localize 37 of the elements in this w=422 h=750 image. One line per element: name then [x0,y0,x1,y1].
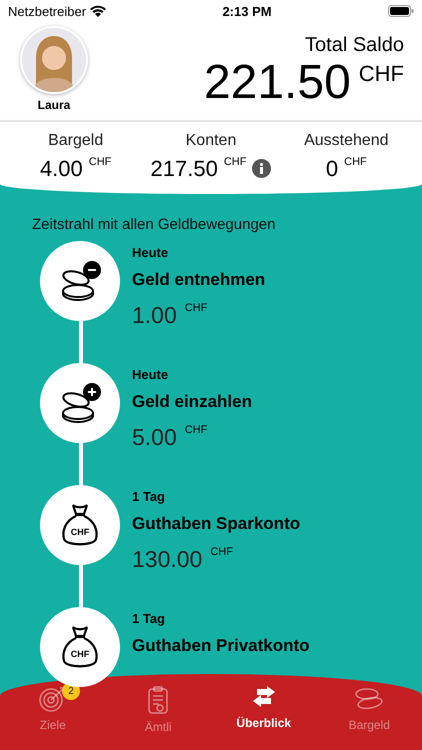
timeline-title: Zeitstrahl mit allen Geldbewegungen [31,215,276,235]
summary-amount: 217.50 [150,156,218,182]
currency-label: CHF [88,156,112,168]
summary-label: Ausstehend [304,132,389,150]
entry-date: Heute [132,245,170,260]
summary-amount: 4.00 [40,156,83,182]
wifi-icon [90,5,106,17]
entry-amount: 1.00 [132,302,177,329]
carrier-name: Netzbetreiber [8,4,86,18]
clipboard-icon [148,686,168,714]
battery-icon [388,5,414,17]
transfer-arrows-icon [250,686,277,710]
tab-item[interactable]: Überblick [211,686,316,750]
profile-name: Laura [38,98,70,112]
currency-label: CHF [210,546,233,558]
total-amount: 221.50 [204,57,351,109]
entry-title[interactable]: Geld entnehmen [132,270,266,290]
entry-amount: 130.00 [132,546,202,573]
entry-date: 1 Tag [132,489,166,504]
entry-title[interactable]: Geld einzahlen [132,392,252,412]
status-time: 2:13 PM [222,4,272,18]
summary-label: Bargeld [48,132,104,150]
currency-label: CHF [224,156,246,168]
currency-label: CHF [184,424,208,436]
currency-label: CHF [358,61,404,87]
coins-icon [354,686,384,712]
entry-date: Heute [132,367,170,382]
currency-label: CHF [344,156,367,168]
info-icon[interactable] [252,159,272,178]
summary-label: Konten [186,132,236,150]
entry-title[interactable]: Guthaben Privatkonto [132,636,310,656]
currency-label: CHF [184,302,208,314]
summary-amount: 0 [326,156,338,182]
entry-date: 1 Tag [132,611,166,626]
total-label: Total Saldo [305,34,404,57]
entry-amount: 5.00 [132,424,177,451]
entry-title[interactable]: Guthaben Sparkonto [132,514,300,534]
